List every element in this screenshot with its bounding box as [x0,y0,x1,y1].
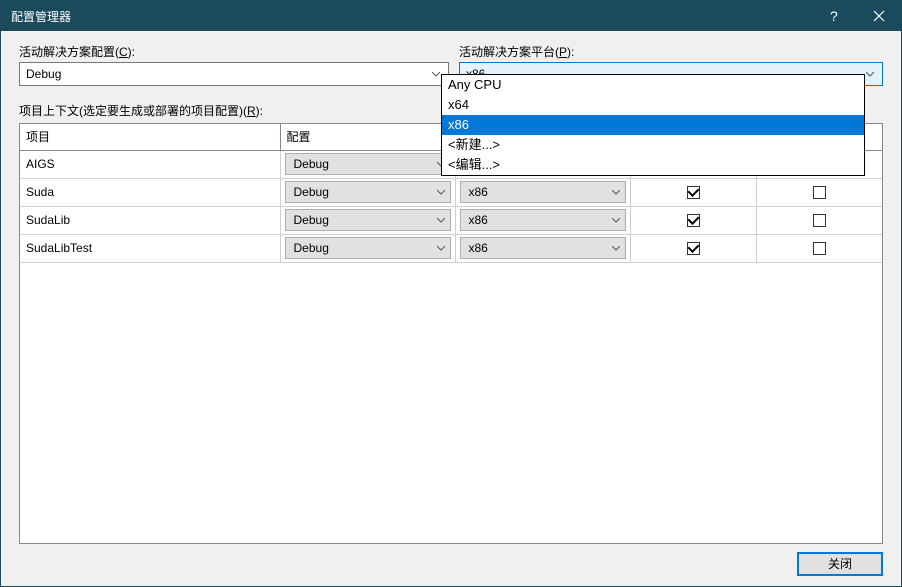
project-cell: SudaLibTest [20,234,280,262]
chevron-down-icon [609,246,623,251]
build-cell [630,178,756,206]
col-config[interactable]: 配置 [280,124,455,150]
chevron-down-icon [434,246,448,251]
config-combo[interactable]: Debug [285,181,451,203]
platform-cell: x86 [455,234,630,262]
solution-config-value: Debug [26,67,428,81]
chevron-down-icon [434,190,448,195]
platform-cell: x86 [455,206,630,234]
platform-value: x86 [469,185,609,199]
close-button[interactable]: 关闭 [797,552,883,576]
table-row: SudaLib Debug x86 [20,206,882,234]
solution-config-label: 活动解决方案配置(C): [19,43,449,60]
dropdown-item[interactable]: <新建...> [442,135,864,155]
project-grid: 项目 配置 平台 生成 部署 AIGSDebugx86SudaDebugx86S… [19,123,883,544]
platform-combo[interactable]: x86 [460,237,626,259]
deploy-cell [756,206,882,234]
build-checkbox[interactable] [687,242,700,255]
deploy-checkbox[interactable] [813,242,826,255]
config-combo[interactable]: Debug [285,237,451,259]
build-checkbox[interactable] [687,186,700,199]
config-value: Debug [294,213,434,227]
build-cell [630,206,756,234]
svg-text:?: ? [830,9,838,23]
titlebar: 配置管理器 ? [1,1,901,31]
close-window-button[interactable] [856,1,901,31]
chevron-down-icon [609,218,623,223]
dropdown-item[interactable]: Any CPU [442,75,864,95]
content-area: 活动解决方案配置(C): Debug 活动解决方案平台(P): x86 [1,31,901,586]
solution-config-combo[interactable]: Debug [19,62,449,86]
config-value: Debug [294,157,434,171]
platform-value: x86 [469,213,609,227]
project-cell: SudaLib [20,206,280,234]
help-button[interactable]: ? [811,1,856,31]
config-cell: Debug [280,178,455,206]
project-cell: AIGS [20,150,280,178]
config-value: Debug [294,185,434,199]
platform-cell: x86 [455,178,630,206]
configuration-manager-window: 配置管理器 ? 活动解决方案配置(C): Debug [0,0,902,587]
platform-combo[interactable]: x86 [460,181,626,203]
config-cell: Debug [280,234,455,262]
table-row: Suda Debug x86 [20,178,882,206]
config-combo[interactable]: Debug [285,209,451,231]
col-project[interactable]: 项目 [20,124,280,150]
dropdown-item[interactable]: x64 [442,95,864,115]
dropdown-item[interactable]: x86 [442,115,864,135]
deploy-checkbox[interactable] [813,214,826,227]
chevron-down-icon [609,190,623,195]
window-title: 配置管理器 [11,8,811,25]
config-cell: Debug [280,150,455,178]
build-cell [630,234,756,262]
footer: 关闭 [19,544,883,576]
platform-dropdown[interactable]: Any CPUx64x86<新建...><编辑...> [441,74,865,176]
deploy-cell [756,178,882,206]
platform-value: x86 [469,241,609,255]
config-combo[interactable]: Debug [285,153,451,175]
project-cell: Suda [20,178,280,206]
deploy-checkbox[interactable] [813,186,826,199]
solution-platform-label: 活动解决方案平台(P): [459,43,883,60]
chevron-down-icon [434,218,448,223]
config-cell: Debug [280,206,455,234]
dropdown-item[interactable]: <编辑...> [442,155,864,175]
build-checkbox[interactable] [687,214,700,227]
config-value: Debug [294,241,434,255]
table-row: SudaLibTest Debug x86 [20,234,882,262]
deploy-cell [756,234,882,262]
platform-combo[interactable]: x86 [460,209,626,231]
solution-config-group: 活动解决方案配置(C): Debug [19,43,449,86]
